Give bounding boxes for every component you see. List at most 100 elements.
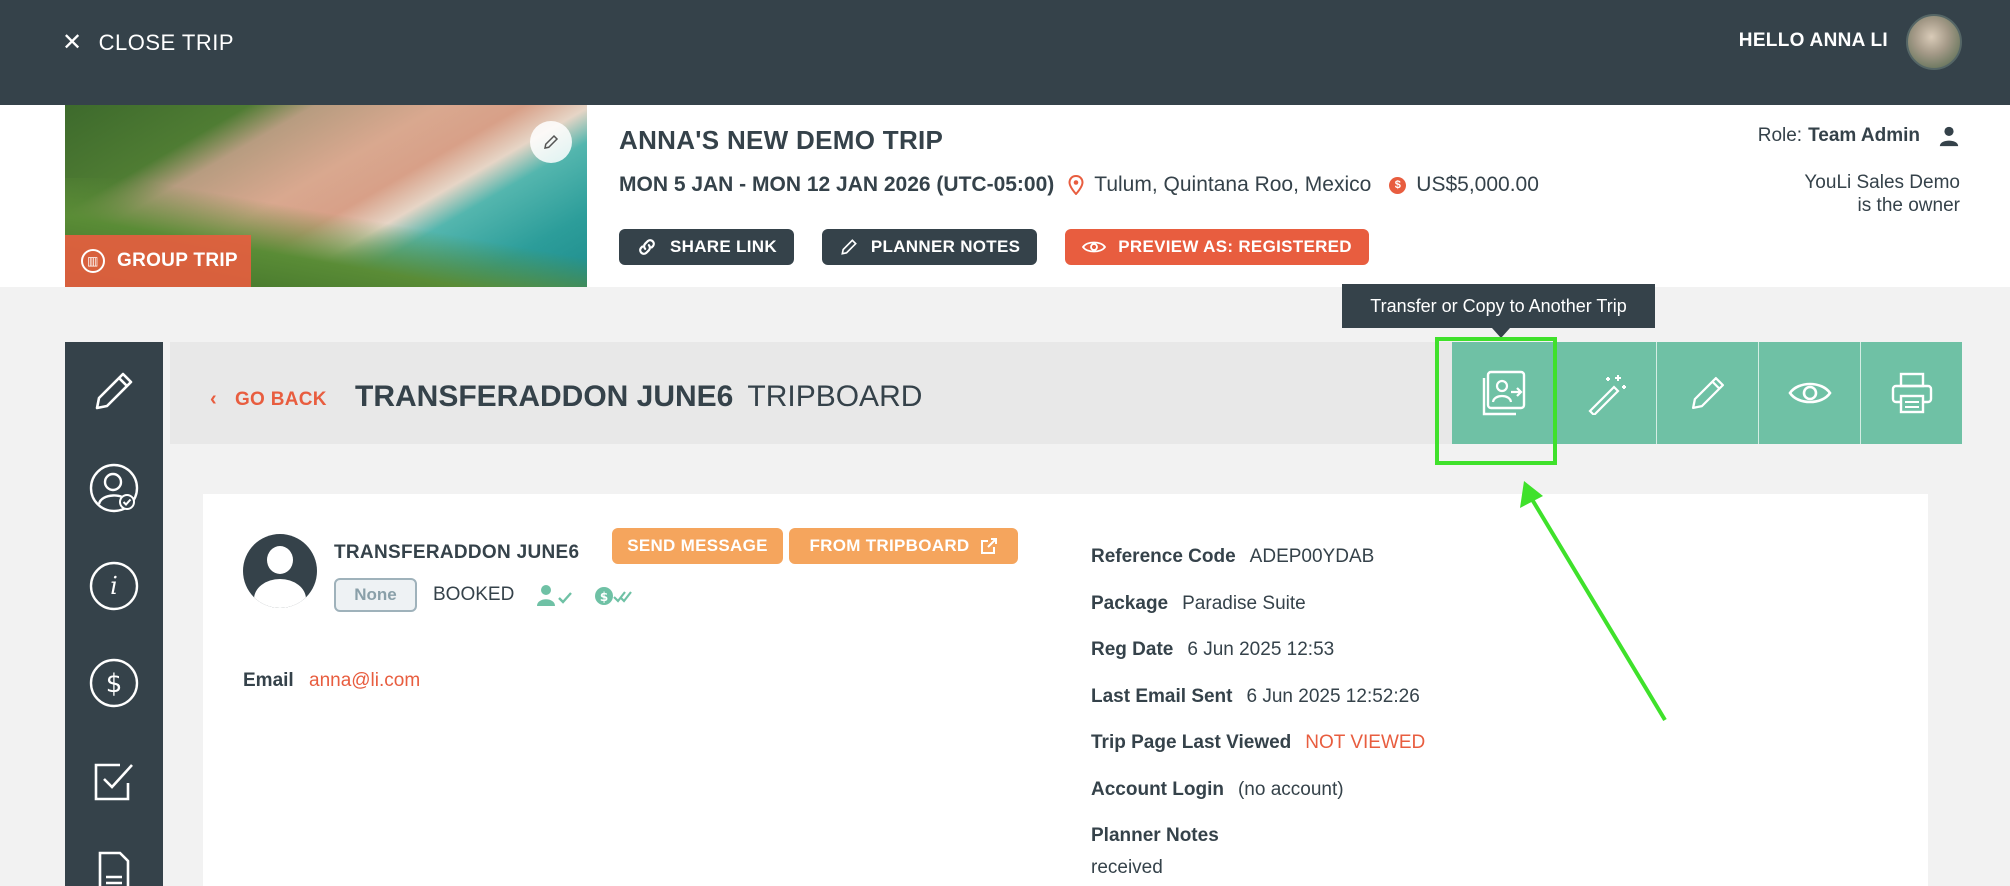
detail-last-viewed: Trip Page Last Viewed NOT VIEWED [1091, 732, 1425, 779]
trip-actions: SHARE LINK PLANNER NOTES PREVIEW AS: REG… [619, 229, 1369, 265]
tripboard-title: TRANSFERADDON JUNE6 TRIPBOARD [355, 380, 922, 414]
sidebar-tasks[interactable] [65, 746, 163, 816]
detail-value: 6 Jun 2025 12:53 [1187, 639, 1335, 660]
group-icon: ▥ [81, 249, 105, 273]
dollar-icon: $ [89, 658, 139, 708]
pencil-icon [1691, 376, 1724, 410]
detail-value: 6 Jun 2025 12:52:26 [1246, 685, 1420, 707]
top-bar: ✕ CLOSE TRIP HELLO ANNA LI [0, 0, 2010, 105]
planner-notes-value: received [1091, 857, 1163, 878]
owner-name: YouLi Sales Demo [1804, 172, 1960, 193]
share-link-button[interactable]: SHARE LINK [619, 229, 794, 265]
detail-reg-date: Reg Date 6 Jun 2025 12:53 [1091, 639, 1425, 686]
detail-account-login: Account Login (no account) [1091, 779, 1425, 826]
registrant-details: Reference Code ADEP00YDAB Package Paradise… [1091, 546, 1425, 872]
user-check-icon [89, 463, 139, 513]
trip-title: ANNA'S NEW DEMO TRIP [619, 125, 944, 155]
close-icon: ✕ [62, 29, 83, 56]
trip-location: Tulum, Quintana Roo, Mexico [1094, 173, 1372, 196]
link-icon [639, 239, 655, 255]
sidebar: i $ [65, 342, 163, 886]
registrant-card: TRANSFERADDON JUNE6 SEND MESSAGE FROM TR… [203, 494, 1928, 886]
send-message-button[interactable]: SEND MESSAGE [612, 528, 783, 564]
location-pin-icon [1068, 175, 1084, 195]
detail-label: Planner Notes [1091, 825, 1219, 846]
printer-icon [1891, 372, 1932, 414]
user-avatar[interactable] [1906, 14, 1962, 70]
planner-notes-label: PLANNER NOTES [870, 237, 1021, 256]
detail-label: Last Email Sent [1091, 685, 1233, 707]
group-trip-badge: ▥ GROUP TRIP [65, 235, 251, 287]
detail-value: Paradise Suite [1182, 592, 1306, 614]
checkbox-icon [94, 763, 133, 801]
registrant-status: BOOKED [433, 584, 515, 605]
transfer-highlight-box [1435, 337, 1557, 465]
dollar-icon: $ [1389, 176, 1407, 194]
detail-value: (no account) [1237, 778, 1344, 800]
chevron-left-icon: ‹ [210, 388, 217, 410]
from-tripboard-button[interactable]: FROM TRIPBOARD [789, 528, 1018, 564]
status-icons: $ [536, 584, 634, 608]
go-back-button[interactable]: ‹ GO BACK [210, 388, 327, 411]
detail-value: NOT VIEWED [1305, 732, 1426, 753]
document-icon [98, 851, 130, 886]
sidebar-info[interactable]: i [65, 551, 163, 621]
trip-price: US$5,000.00 [1416, 173, 1539, 196]
magic-wand-button[interactable] [1554, 342, 1656, 444]
preview-as-label: PREVIEW AS: REGISTERED [1118, 237, 1352, 256]
sidebar-attendee[interactable] [65, 453, 163, 523]
close-trip-button[interactable]: ✕ CLOSE TRIP [62, 28, 234, 57]
detail-label: Trip Page Last Viewed [1091, 732, 1292, 753]
sidebar-edit[interactable] [65, 356, 163, 426]
sidebar-payments[interactable]: $ [65, 648, 163, 718]
user-confirmed-icon [537, 585, 572, 606]
detail-value: ADEP00YDAB [1249, 546, 1375, 567]
close-trip-label: CLOSE TRIP [98, 29, 235, 55]
email-label: Email [243, 670, 294, 691]
sidebar-documents[interactable] [65, 836, 163, 886]
eye-icon [1787, 382, 1832, 404]
planner-notes-button[interactable]: PLANNER NOTES [821, 229, 1038, 265]
registrant-tag-badge[interactable]: None [334, 578, 417, 612]
share-link-label: SHARE LINK [670, 237, 777, 256]
detail-reference-code: Reference Code ADEP00YDAB [1091, 546, 1425, 593]
edit-registrant-button[interactable] [1656, 342, 1758, 444]
trip-header: ▥ GROUP TRIP ANNA'S NEW DEMO TRIP MON 5 … [0, 105, 2010, 287]
preview-as-button[interactable]: PREVIEW AS: REGISTERED [1065, 229, 1369, 265]
trip-dates: MON 5 JAN - MON 12 JAN 2026 (UTC-05:00) [619, 173, 1055, 196]
role-value: Team Admin [1808, 125, 1920, 146]
detail-label: Reg Date [1091, 639, 1174, 660]
pencil-icon [841, 239, 857, 255]
group-trip-label: GROUP TRIP [117, 250, 238, 271]
print-button[interactable] [1860, 342, 1962, 444]
from-tripboard-label: FROM TRIPBOARD [809, 536, 970, 555]
detail-package: Package Paradise Suite [1091, 593, 1425, 640]
external-link-icon [980, 538, 997, 554]
svg-text:$: $ [106, 669, 123, 699]
registrant-avatar [243, 534, 317, 608]
detail-label: Reference Code [1091, 546, 1236, 567]
tripboard-header: ‹ GO BACK TRANSFERADDON JUNE6 TRIPBOARD [170, 342, 1962, 444]
info-icon: i [89, 561, 139, 611]
email-link[interactable]: anna@li.com [309, 670, 420, 692]
user-role: Role: Team Admin [1758, 125, 1960, 147]
user-greeting: HELLO ANNA LI [1738, 30, 1888, 51]
registrant-name: TRANSFERADDON JUNE6 [334, 542, 580, 563]
trip-meta: MON 5 JAN - MON 12 JAN 2026 (UTC-05:00) … [619, 173, 1539, 197]
detail-last-email: Last Email Sent 6 Jun 2025 12:52:26 [1091, 686, 1425, 733]
detail-label: Package [1091, 592, 1169, 614]
owner-suffix: is the owner [1857, 195, 1960, 216]
transfer-tooltip: Transfer or Copy to Another Trip [1342, 284, 1655, 338]
magic-wand-icon [1587, 375, 1626, 415]
tripboard-registrant-name: TRANSFERADDON JUNE6 [355, 380, 734, 413]
edit-image-button[interactable] [530, 121, 572, 163]
tripboard-label: TRIPBOARD [747, 380, 923, 413]
svg-text:$: $ [600, 590, 608, 604]
view-button[interactable] [1758, 342, 1860, 444]
role-label: Role: [1757, 125, 1803, 146]
pencil-icon [95, 372, 133, 410]
eye-icon [1082, 241, 1107, 253]
svg-text:i: i [110, 572, 118, 600]
pencil-icon [544, 134, 559, 149]
trip-owner: YouLi Sales Demo is the owner [1700, 171, 1960, 217]
